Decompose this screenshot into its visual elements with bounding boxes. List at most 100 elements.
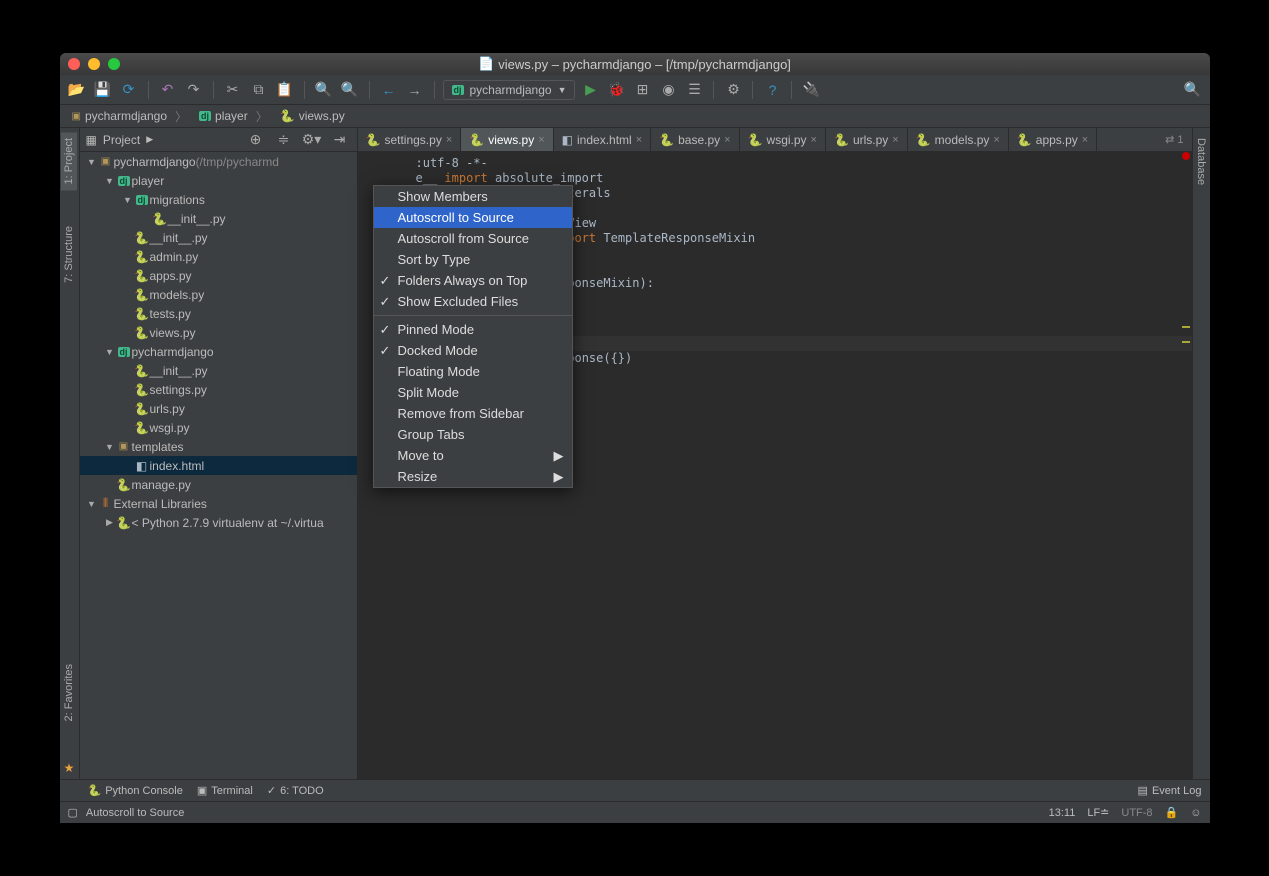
- editor-tab[interactable]: 🐍views.py×: [461, 128, 553, 151]
- editor-tab[interactable]: 🐍settings.py×: [358, 128, 462, 151]
- debug-icon[interactable]: 🐞: [605, 79, 627, 101]
- run-icon[interactable]: ▶: [579, 79, 601, 101]
- close-tab-icon[interactable]: ×: [993, 134, 999, 146]
- profile-icon[interactable]: ◉: [657, 79, 679, 101]
- breadcrumb-item[interactable]: ▣pycharmdjango: [66, 106, 194, 127]
- zoom-window-button[interactable]: [108, 58, 120, 70]
- python-console-button[interactable]: 🐍Python Console: [88, 784, 183, 797]
- back-icon[interactable]: ←: [378, 79, 400, 101]
- tree-node[interactable]: ▼djpycharmdjango: [80, 342, 357, 361]
- copy-icon[interactable]: ⧉: [248, 79, 270, 101]
- deploy-icon[interactable]: 🔌: [800, 79, 822, 101]
- error-mark-icon[interactable]: [1182, 152, 1190, 160]
- favorites-star-icon[interactable]: ★: [60, 757, 79, 779]
- close-window-button[interactable]: [68, 58, 80, 70]
- warning-mark-icon[interactable]: [1182, 341, 1190, 343]
- event-log-button[interactable]: ▤Event Log: [1138, 784, 1202, 797]
- line-ending[interactable]: LF≐: [1087, 806, 1109, 819]
- menu-item[interactable]: Group Tabs: [374, 424, 572, 445]
- open-icon[interactable]: 📂: [66, 79, 88, 101]
- menu-item[interactable]: Floating Mode: [374, 361, 572, 382]
- menu-item[interactable]: ✓Pinned Mode: [374, 319, 572, 340]
- help-icon[interactable]: ?: [761, 79, 783, 101]
- editor-tab[interactable]: 🐍models.py×: [908, 128, 1009, 151]
- coverage-icon[interactable]: ⊞: [631, 79, 653, 101]
- run-config-selector[interactable]: dj pycharmdjango ▼: [443, 80, 576, 100]
- tree-node[interactable]: ▼▣pycharmdjango (/tmp/pycharmd: [80, 152, 357, 171]
- editor-tab[interactable]: ◧index.html×: [554, 128, 651, 151]
- menu-item[interactable]: Split Mode: [374, 382, 572, 403]
- search-everywhere-icon[interactable]: 🔍: [1182, 79, 1204, 101]
- replace-icon[interactable]: 🔍: [339, 79, 361, 101]
- menu-item[interactable]: ✓Docked Mode: [374, 340, 572, 361]
- tasks-icon[interactable]: ☰: [683, 79, 705, 101]
- todo-button[interactable]: ✓6: TODO: [267, 784, 324, 797]
- tree-node[interactable]: 🐍__init__.py: [80, 209, 357, 228]
- tree-node[interactable]: ▼djplayer: [80, 171, 357, 190]
- menu-item[interactable]: ✓Folders Always on Top: [374, 270, 572, 291]
- tree-node[interactable]: 🐍manage.py: [80, 475, 357, 494]
- tree-node[interactable]: 🐍__init__.py: [80, 228, 357, 247]
- tree-node[interactable]: 🐍urls.py: [80, 399, 357, 418]
- menu-item[interactable]: Remove from Sidebar: [374, 403, 572, 424]
- settings-icon[interactable]: ⚙: [722, 79, 744, 101]
- undo-icon[interactable]: ↶: [157, 79, 179, 101]
- inspector-icon[interactable]: ☺: [1190, 807, 1201, 819]
- close-tab-icon[interactable]: ×: [538, 134, 544, 146]
- forward-icon[interactable]: →: [404, 79, 426, 101]
- lock-icon[interactable]: 🔒: [1165, 806, 1179, 819]
- tree-node[interactable]: 🐍views.py: [80, 323, 357, 342]
- tree-node[interactable]: 🐍__init__.py: [80, 361, 357, 380]
- editor-tab[interactable]: 🐍apps.py×: [1009, 128, 1097, 151]
- menu-item[interactable]: Show Members: [374, 186, 572, 207]
- editor-tab[interactable]: 🐍urls.py×: [826, 128, 908, 151]
- cut-icon[interactable]: ✂: [222, 79, 244, 101]
- editor-tab[interactable]: 🐍base.py×: [651, 128, 739, 151]
- project-tree[interactable]: ▼▣pycharmdjango (/tmp/pycharmd▼djplayer▼…: [80, 152, 357, 779]
- close-tab-icon[interactable]: ×: [724, 134, 730, 146]
- tree-node[interactable]: 🐍admin.py: [80, 247, 357, 266]
- minimize-window-button[interactable]: [88, 58, 100, 70]
- file-encoding[interactable]: UTF-8: [1121, 807, 1152, 819]
- menu-item[interactable]: Autoscroll to Source: [374, 207, 572, 228]
- tree-node[interactable]: ◧index.html: [80, 456, 357, 475]
- tree-node[interactable]: 🐍wsgi.py: [80, 418, 357, 437]
- close-tab-icon[interactable]: ×: [1082, 134, 1088, 146]
- menu-item[interactable]: Autoscroll from Source: [374, 228, 572, 249]
- close-tab-icon[interactable]: ×: [811, 134, 817, 146]
- breadcrumb-item[interactable]: djplayer: [193, 106, 274, 127]
- editor-tab[interactable]: 🐍wsgi.py×: [740, 128, 826, 151]
- close-tab-icon[interactable]: ×: [446, 134, 452, 146]
- terminal-button[interactable]: ▣Terminal: [197, 784, 253, 797]
- redo-icon[interactable]: ↷: [183, 79, 205, 101]
- gear-icon[interactable]: ⚙▾: [301, 129, 323, 151]
- menu-item[interactable]: Sort by Type: [374, 249, 572, 270]
- warning-mark-icon[interactable]: [1182, 326, 1190, 328]
- menu-item[interactable]: ✓Show Excluded Files: [374, 291, 572, 312]
- close-tab-icon[interactable]: ×: [636, 134, 642, 146]
- save-icon[interactable]: 💾: [92, 79, 114, 101]
- hide-icon[interactable]: ⇥: [329, 129, 351, 151]
- menu-item[interactable]: Move to▶: [374, 445, 572, 466]
- paste-icon[interactable]: 📋: [274, 79, 296, 101]
- tree-node[interactable]: 🐍apps.py: [80, 266, 357, 285]
- find-icon[interactable]: 🔍: [313, 79, 335, 101]
- scroll-from-source-icon[interactable]: ⊕: [245, 129, 267, 151]
- cursor-position[interactable]: 13:11: [1049, 807, 1076, 819]
- tree-node[interactable]: ▼djmigrations: [80, 190, 357, 209]
- tree-node[interactable]: 🐍models.py: [80, 285, 357, 304]
- tree-node[interactable]: 🐍tests.py: [80, 304, 357, 323]
- database-tool-button[interactable]: Database: [1193, 132, 1209, 191]
- tree-node[interactable]: 🐍settings.py: [80, 380, 357, 399]
- tab-overflow-icon[interactable]: ⇄ 1: [1157, 128, 1191, 151]
- project-tool-button[interactable]: 1: Project: [61, 132, 77, 190]
- tree-node[interactable]: ▶🐍< Python 2.7.9 virtualenv at ~/.virtua: [80, 513, 357, 532]
- tree-node[interactable]: ▼▣templates: [80, 437, 357, 456]
- close-tab-icon[interactable]: ×: [892, 134, 898, 146]
- status-icon[interactable]: ▢: [68, 806, 78, 819]
- structure-tool-button[interactable]: 7: Structure: [61, 220, 77, 289]
- menu-item[interactable]: Resize▶: [374, 466, 572, 487]
- breadcrumb-item[interactable]: 🐍views.py: [274, 107, 359, 125]
- favorites-tool-button[interactable]: 2: Favorites: [61, 658, 77, 727]
- collapse-all-icon[interactable]: ≑: [273, 129, 295, 151]
